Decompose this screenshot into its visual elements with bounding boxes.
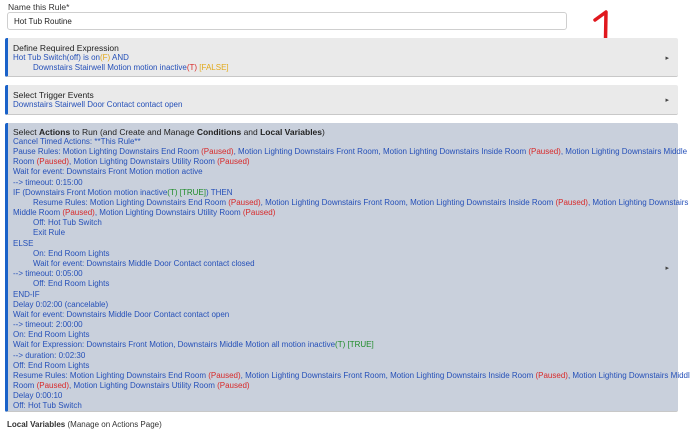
- chevron-right-icon[interactable]: ▸: [665, 96, 669, 104]
- action-line: IF (Downstairs Front Motion motion inact…: [13, 188, 233, 197]
- action-line: Wait for Expression: Downstairs Front Mo…: [13, 340, 374, 349]
- action-line: Wait for event: Downstairs Front Motion …: [13, 167, 203, 176]
- action-line: Wait for event: Downstairs Middle Door C…: [13, 310, 230, 319]
- chevron-right-icon[interactable]: ▸: [665, 54, 669, 62]
- action-line: Cancel Timed Actions: **This Rule**: [13, 137, 141, 146]
- action-line: Delay 0:02:00 (cancelable): [13, 300, 109, 309]
- action-line: Resume Rules: Motion Lighting Downstairs…: [33, 198, 689, 207]
- action-line: Resume Rules: Motion Lighting Downstairs…: [13, 371, 690, 380]
- action-line: On: End Room Lights: [33, 249, 110, 258]
- required-expression-title: Define Required Expression: [13, 43, 119, 53]
- action-line: Delay 0:00:10: [13, 391, 63, 400]
- action-line: --> timeout: 2:00:00: [13, 320, 83, 329]
- action-line: Off: End Room Lights: [13, 361, 90, 370]
- action-line: Room (Paused), Motion Lighting Downstair…: [13, 157, 250, 166]
- trigger-events-panel[interactable]: Select Trigger Events Downstairs Stairwe…: [5, 85, 678, 115]
- trigger-events-title: Select Trigger Events: [13, 90, 94, 100]
- local-variables-label: Local Variables (Manage on Actions Page): [7, 420, 162, 429]
- action-line: Middle Room (Paused), Motion Lighting Do…: [13, 208, 276, 217]
- action-line: --> duration: 0:02:30: [13, 351, 86, 360]
- expression-line-2: Downstairs Stairwell Motion motion inact…: [33, 63, 229, 72]
- trigger-line-1: Downstairs Stairwell Door Contact contac…: [13, 100, 183, 109]
- action-line: On: End Room Lights: [13, 330, 90, 339]
- action-line: Pause Rules: Motion Lighting Downstairs …: [13, 147, 688, 156]
- action-line: ELSE: [13, 239, 34, 248]
- action-line: --> timeout: 0:15:00: [13, 178, 83, 187]
- action-line: Exit Rule: [33, 228, 66, 237]
- action-line: Off: End Room Lights: [33, 279, 110, 288]
- action-line: END-IF: [13, 290, 40, 299]
- rule-name-label: Name this Rule*: [8, 2, 70, 12]
- action-line: Off: Hot Tub Switch: [13, 401, 82, 410]
- required-expression-panel[interactable]: Define Required Expression Hot Tub Switc…: [5, 38, 678, 77]
- actions-title: Select Actions to Run (and Create and Ma…: [13, 127, 325, 137]
- actions-panel[interactable]: Select Actions to Run (and Create and Ma…: [5, 123, 690, 412]
- action-line: Room (Paused), Motion Lighting Downstair…: [13, 381, 250, 390]
- action-line: Wait for event: Downstairs Middle Door C…: [33, 259, 255, 268]
- action-line: --> timeout: 0:05:00: [13, 269, 83, 278]
- action-line: Off: Hot Tub Switch: [33, 218, 102, 227]
- expression-line-1: Hot Tub Switch(off) is on(F) AND: [13, 53, 129, 62]
- rule-name-input[interactable]: Hot Tub Routine: [7, 12, 567, 30]
- chevron-right-icon[interactable]: ▸: [665, 264, 669, 272]
